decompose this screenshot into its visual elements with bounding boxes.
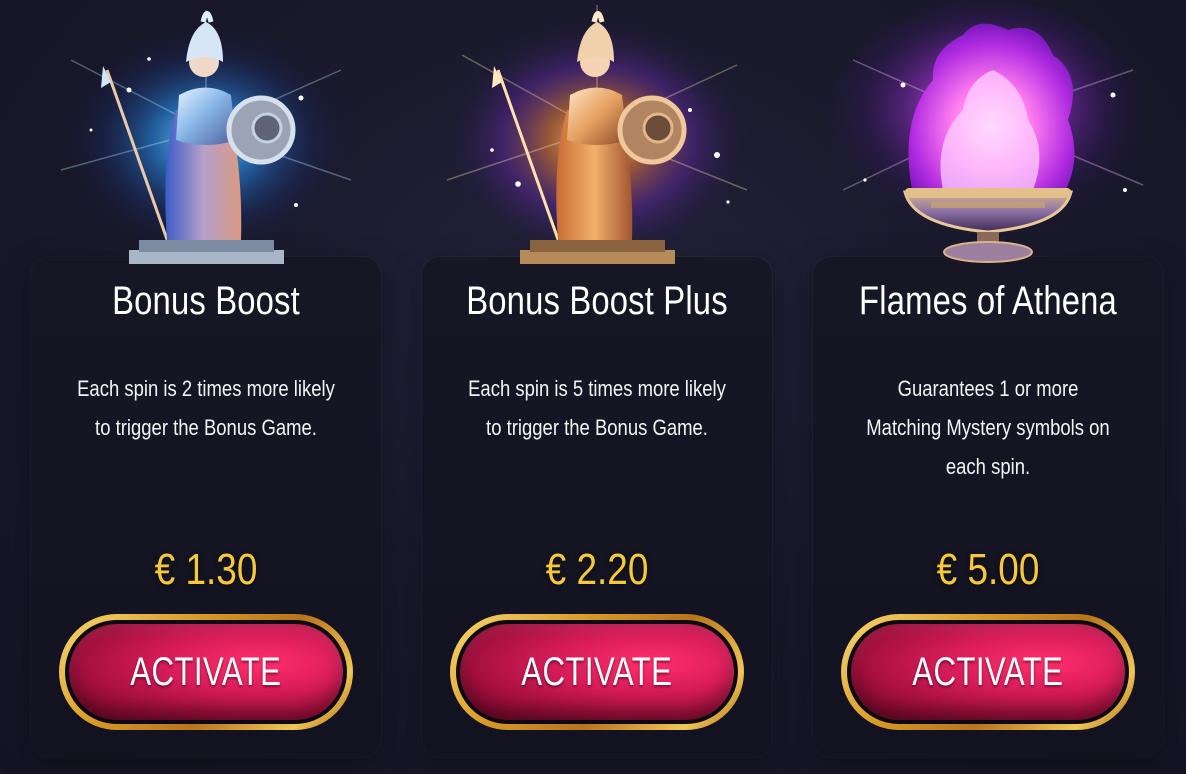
offer-price: € 1.30 xyxy=(154,545,258,594)
activate-button-label: ACTIVATE xyxy=(912,649,1064,694)
offer-price: € 5.00 xyxy=(936,545,1040,594)
offer-title: Bonus Boost Plus xyxy=(466,279,728,323)
offer-title: Flames of Athena xyxy=(859,279,1117,323)
offer-description: Each spin is 5 times more likely to trig… xyxy=(468,376,726,440)
athena-statue-blue-icon xyxy=(31,0,381,275)
activate-button-label: ACTIVATE xyxy=(521,649,673,694)
offer-description: Each spin is 2 times more likely to trig… xyxy=(77,376,335,440)
offer-card-bonus-boost: Bonus Boost Each spin is 2 times more li… xyxy=(31,257,381,757)
purple-flame-brazier-icon xyxy=(813,0,1163,275)
offer-card-bonus-boost-plus: Bonus Boost Plus Each spin is 5 times mo… xyxy=(422,257,772,757)
offer-description: Guarantees 1 or more Matching Mystery sy… xyxy=(866,376,1110,479)
activate-button-label: ACTIVATE xyxy=(130,649,282,694)
activate-button[interactable]: ACTIVATE xyxy=(450,614,744,730)
activate-button[interactable]: ACTIVATE xyxy=(841,614,1135,730)
activate-button-face[interactable]: ACTIVATE xyxy=(65,620,347,724)
offer-price: € 2.20 xyxy=(545,545,649,594)
activate-button[interactable]: ACTIVATE xyxy=(59,614,353,730)
activate-button-face[interactable]: ACTIVATE xyxy=(456,620,738,724)
activate-button-face[interactable]: ACTIVATE xyxy=(847,620,1129,724)
athena-statue-gold-icon xyxy=(422,0,772,275)
offer-shop: Bonus Boost Each spin is 2 times more li… xyxy=(0,0,1186,774)
offer-card-flames-of-athena: Flames of Athena Guarantees 1 or more Ma… xyxy=(813,257,1163,757)
offer-title: Bonus Boost xyxy=(112,279,300,323)
